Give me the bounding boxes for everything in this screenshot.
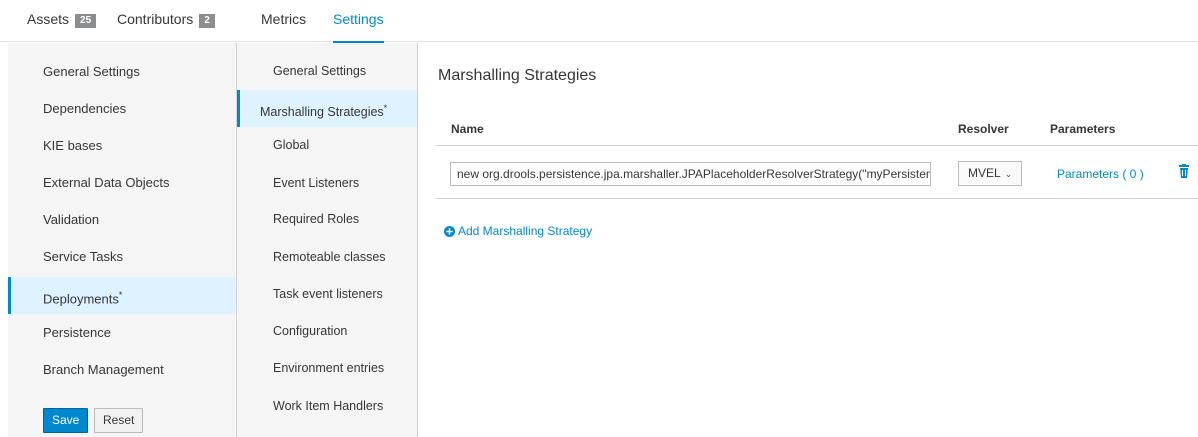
settings-nav-general-settings[interactable]: General Settings <box>8 53 236 90</box>
tab-assets[interactable]: Assets 25 <box>27 0 97 42</box>
nav-label: Event Listeners <box>273 176 360 190</box>
nav-label: External Data Objects <box>43 175 170 190</box>
tab-label: Settings <box>333 11 384 27</box>
settings-nav-dependencies[interactable]: Dependencies <box>8 90 236 127</box>
nav-label: Task event listeners <box>273 287 383 301</box>
settings-nav-kie-bases[interactable]: KIE bases <box>8 127 236 164</box>
subnav-event-listeners[interactable]: Event Listeners <box>237 165 417 202</box>
settings-nav-branch-management[interactable]: Branch Management <box>8 351 236 388</box>
subnav-general-settings[interactable]: General Settings <box>237 53 417 90</box>
tab-label: Assets <box>27 11 70 27</box>
column-header-resolver: Resolver <box>958 122 1009 136</box>
settings-nav-deployments[interactable]: Deployments* <box>8 277 236 314</box>
count-badge: 2 <box>199 14 215 28</box>
modified-marker: * <box>118 290 123 300</box>
parameters-link[interactable]: Parameters ( 0 ) <box>1057 167 1144 181</box>
tab-contributors[interactable]: Contributors 2 <box>117 0 215 42</box>
subnav-configuration[interactable]: Configuration <box>237 313 417 350</box>
subnav-task-event-listeners[interactable]: Task event listeners <box>237 276 417 313</box>
tab-label: Metrics <box>261 11 307 27</box>
strategy-name-input[interactable]: new org.drools.persistence.jpa.marshalle… <box>450 162 931 186</box>
top-tab-bar: Assets 25 Contributors 2 Metrics Settings <box>0 0 1198 43</box>
nav-label: Service Tasks <box>43 249 123 264</box>
column-header-name: Name <box>451 122 484 136</box>
tab-metrics[interactable]: Metrics <box>261 0 306 42</box>
nav-label: General Settings <box>273 64 367 78</box>
settings-nav-service-tasks[interactable]: Service Tasks <box>8 238 236 275</box>
nav-label: Configuration <box>273 324 348 338</box>
tab-label: Contributors <box>117 11 194 27</box>
main-content: Marshalling Strategies Name Resolver Par… <box>418 43 1198 437</box>
settings-nav-persistence[interactable]: Persistence <box>8 314 236 351</box>
settings-nav: General Settings Dependencies KIE bases … <box>8 43 237 437</box>
chevron-down-icon: ⌄ <box>1004 169 1013 179</box>
page-title: Marshalling Strategies <box>438 67 597 84</box>
resolver-select[interactable]: MVEL ⌄ <box>958 161 1022 186</box>
nav-label: Marshalling Strategies <box>260 105 384 120</box>
subnav-global[interactable]: Global <box>237 127 417 164</box>
nav-label: General Settings <box>43 64 140 79</box>
deployment-subnav: General Settings Marshalling Strategies*… <box>237 43 418 437</box>
nav-label: Branch Management <box>43 362 164 377</box>
plus-circle-icon <box>444 226 455 237</box>
subnav-remoteable-classes[interactable]: Remoteable classes <box>237 239 417 276</box>
nav-label: Required Roles <box>273 212 360 226</box>
subnav-environment-entries[interactable]: Environment entries <box>237 350 417 387</box>
column-header-parameters: Parameters <box>1050 122 1116 136</box>
nav-label: Dependencies <box>43 101 127 116</box>
nav-label: Environment entries <box>273 361 385 375</box>
nav-label: Deployments <box>43 291 119 307</box>
resolver-value: MVEL <box>968 166 1001 180</box>
nav-label: Remoteable classes <box>273 250 386 264</box>
nav-label: KIE bases <box>43 138 103 153</box>
subnav-work-item-handlers[interactable]: Work Item Handlers <box>237 388 417 425</box>
add-label: Add Marshalling Strategy <box>458 224 593 238</box>
count-badge: 25 <box>75 14 97 28</box>
nav-label: Work Item Handlers <box>273 399 384 413</box>
add-marshalling-strategy-link[interactable]: Add Marshalling Strategy <box>444 224 592 238</box>
modified-marker: * <box>383 103 388 113</box>
trash-icon[interactable] <box>1177 164 1191 180</box>
settings-nav-validation[interactable]: Validation <box>8 201 236 238</box>
nav-label: Persistence <box>43 325 111 340</box>
settings-nav-external-data-objects[interactable]: External Data Objects <box>8 164 236 201</box>
nav-label: Validation <box>43 212 100 227</box>
nav-label: Global <box>273 138 310 152</box>
reset-button[interactable]: Reset <box>94 408 144 433</box>
subnav-marshalling-strategies[interactable]: Marshalling Strategies* <box>237 90 417 127</box>
header-divider <box>436 145 1198 146</box>
row-divider <box>436 198 1198 199</box>
save-button[interactable]: Save <box>43 408 89 433</box>
tab-settings[interactable]: Settings <box>333 0 384 43</box>
subnav-required-roles[interactable]: Required Roles <box>237 201 417 238</box>
